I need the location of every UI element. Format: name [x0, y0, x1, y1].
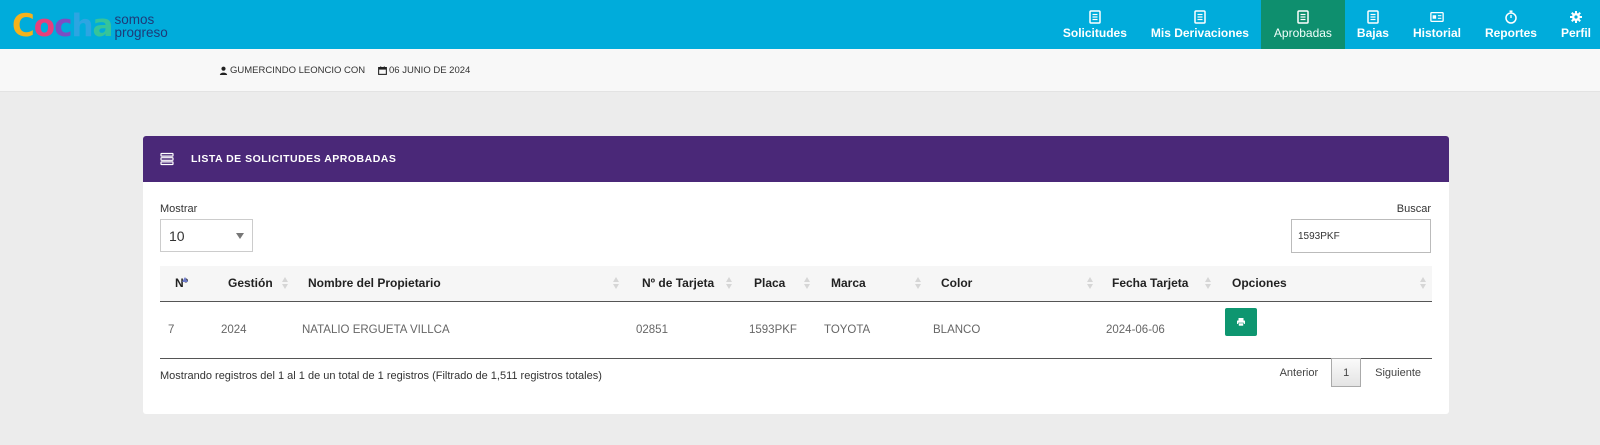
- col-header-color[interactable]: Color: [927, 266, 1099, 302]
- logo-tagline: somos progreso: [114, 12, 168, 40]
- sort-icon: [726, 277, 732, 289]
- logo-wordmark: Cocha: [12, 7, 113, 44]
- nav-label: Aprobadas: [1273, 25, 1332, 40]
- previous-page-button[interactable]: Anterior: [1280, 367, 1319, 379]
- main-nav: Solicitudes Mis Derivaciones Aprobadas B…: [1051, 0, 1600, 49]
- col-header-marca[interactable]: Marca: [816, 266, 927, 302]
- pagination: Anterior 1 Siguiente: [1280, 358, 1421, 387]
- nav-perfil[interactable]: Perfil: [1549, 0, 1600, 49]
- nav-bajas[interactable]: Bajas: [1345, 0, 1401, 49]
- user-icon: [219, 66, 228, 75]
- sort-icon: [282, 277, 288, 289]
- nav-label: Historial: [1412, 25, 1461, 40]
- print-icon: [1237, 318, 1245, 327]
- id-card-icon: [1430, 11, 1444, 22]
- document-icon: [1194, 9, 1206, 24]
- gear-icon: [1569, 10, 1582, 23]
- print-button[interactable]: [1225, 308, 1257, 336]
- cell-numero: 7: [160, 301, 210, 359]
- nav-label: Reportes: [1484, 25, 1537, 40]
- list-icon: [160, 152, 174, 166]
- col-header-placa[interactable]: Placa: [738, 266, 816, 302]
- approved-requests-card: LISTA DE SOLICITUDES APROBADAS Mostrar 1…: [143, 136, 1449, 414]
- document-icon: [1367, 9, 1379, 24]
- sort-icon: [804, 277, 810, 289]
- sort-icon: [1205, 277, 1211, 289]
- sort-ascending-icon: [182, 277, 188, 289]
- card-header: LISTA DE SOLICITUDES APROBADAS: [143, 136, 1449, 182]
- show-entries-label: Mostrar: [160, 203, 198, 215]
- col-header-opciones[interactable]: Opciones: [1217, 266, 1432, 302]
- table-info: Mostrando registros del 1 al 1 de un tot…: [160, 370, 602, 382]
- cell-opciones: [1217, 301, 1432, 359]
- card-title: LISTA DE SOLICITUDES APROBADAS: [191, 153, 397, 165]
- nav-historial[interactable]: Historial: [1401, 0, 1473, 49]
- nav-label: Perfil: [1560, 25, 1591, 40]
- col-header-tarjeta[interactable]: Nº de Tarjeta: [625, 266, 738, 302]
- calendar-icon: [378, 66, 387, 75]
- table-header-row: Nº Gestión Nombre del Propietario Nº de …: [160, 266, 1432, 302]
- top-navbar: Cocha somos progreso Solicitudes Mis Der…: [0, 0, 1600, 49]
- cell-gestion: 2024: [210, 301, 294, 359]
- cell-propietario: NATALIO ERGUETA VILLCA: [294, 301, 625, 359]
- search-label: Buscar: [1396, 203, 1431, 215]
- sort-icon: [1420, 277, 1426, 289]
- nav-aprobadas[interactable]: Aprobadas: [1260, 0, 1345, 49]
- user-name: GUMERCINDO LEONCIO CON: [230, 65, 366, 76]
- results-table: Nº Gestión Nombre del Propietario Nº de …: [160, 266, 1432, 359]
- search-input[interactable]: [1291, 219, 1431, 253]
- table-row: 7 2024 NATALIO ERGUETA VILLCA 02851 1593…: [160, 301, 1432, 359]
- cell-marca: TOYOTA: [816, 301, 927, 359]
- col-header-gestion[interactable]: Gestión: [210, 266, 294, 302]
- nav-mis-derivaciones[interactable]: Mis Derivaciones: [1139, 0, 1261, 49]
- col-header-fecha[interactable]: Fecha Tarjeta: [1099, 266, 1217, 302]
- document-icon: [1297, 9, 1309, 24]
- user-info-bar: GUMERCINDO LEONCIO CON 06 JUNIO DE 2024: [0, 49, 1600, 92]
- nav-label: Bajas: [1356, 25, 1389, 40]
- col-header-propietario[interactable]: Nombre del Propietario: [294, 266, 625, 302]
- current-date: 06 JUNIO DE 2024: [378, 65, 470, 76]
- cocha-logo[interactable]: Cocha somos progreso: [12, 8, 168, 44]
- sort-icon: [915, 277, 921, 289]
- col-header-numero[interactable]: Nº: [160, 266, 210, 302]
- stopwatch-icon: [1505, 9, 1517, 24]
- nav-label: Solicitudes: [1062, 25, 1127, 40]
- cell-placa: 1593PKF: [738, 301, 816, 359]
- sort-icon: [1087, 277, 1093, 289]
- document-icon: [1089, 9, 1101, 24]
- chevron-down-icon: [236, 233, 244, 239]
- nav-solicitudes[interactable]: Solicitudes: [1051, 0, 1139, 49]
- nav-label: Mis Derivaciones: [1150, 25, 1249, 40]
- cell-tarjeta: 02851: [625, 301, 738, 359]
- show-entries-value: 10: [169, 227, 185, 244]
- show-entries-select[interactable]: 10: [160, 219, 253, 252]
- date-text: 06 JUNIO DE 2024: [389, 65, 471, 76]
- next-page-button[interactable]: Siguiente: [1375, 367, 1421, 379]
- cell-fecha: 2024-06-06: [1099, 301, 1217, 359]
- cell-color: BLANCO: [927, 301, 1099, 359]
- current-user: GUMERCINDO LEONCIO CON: [219, 65, 365, 76]
- nav-reportes[interactable]: Reportes: [1473, 0, 1549, 49]
- sort-icon: [613, 277, 619, 289]
- page-1-button[interactable]: 1: [1331, 358, 1362, 387]
